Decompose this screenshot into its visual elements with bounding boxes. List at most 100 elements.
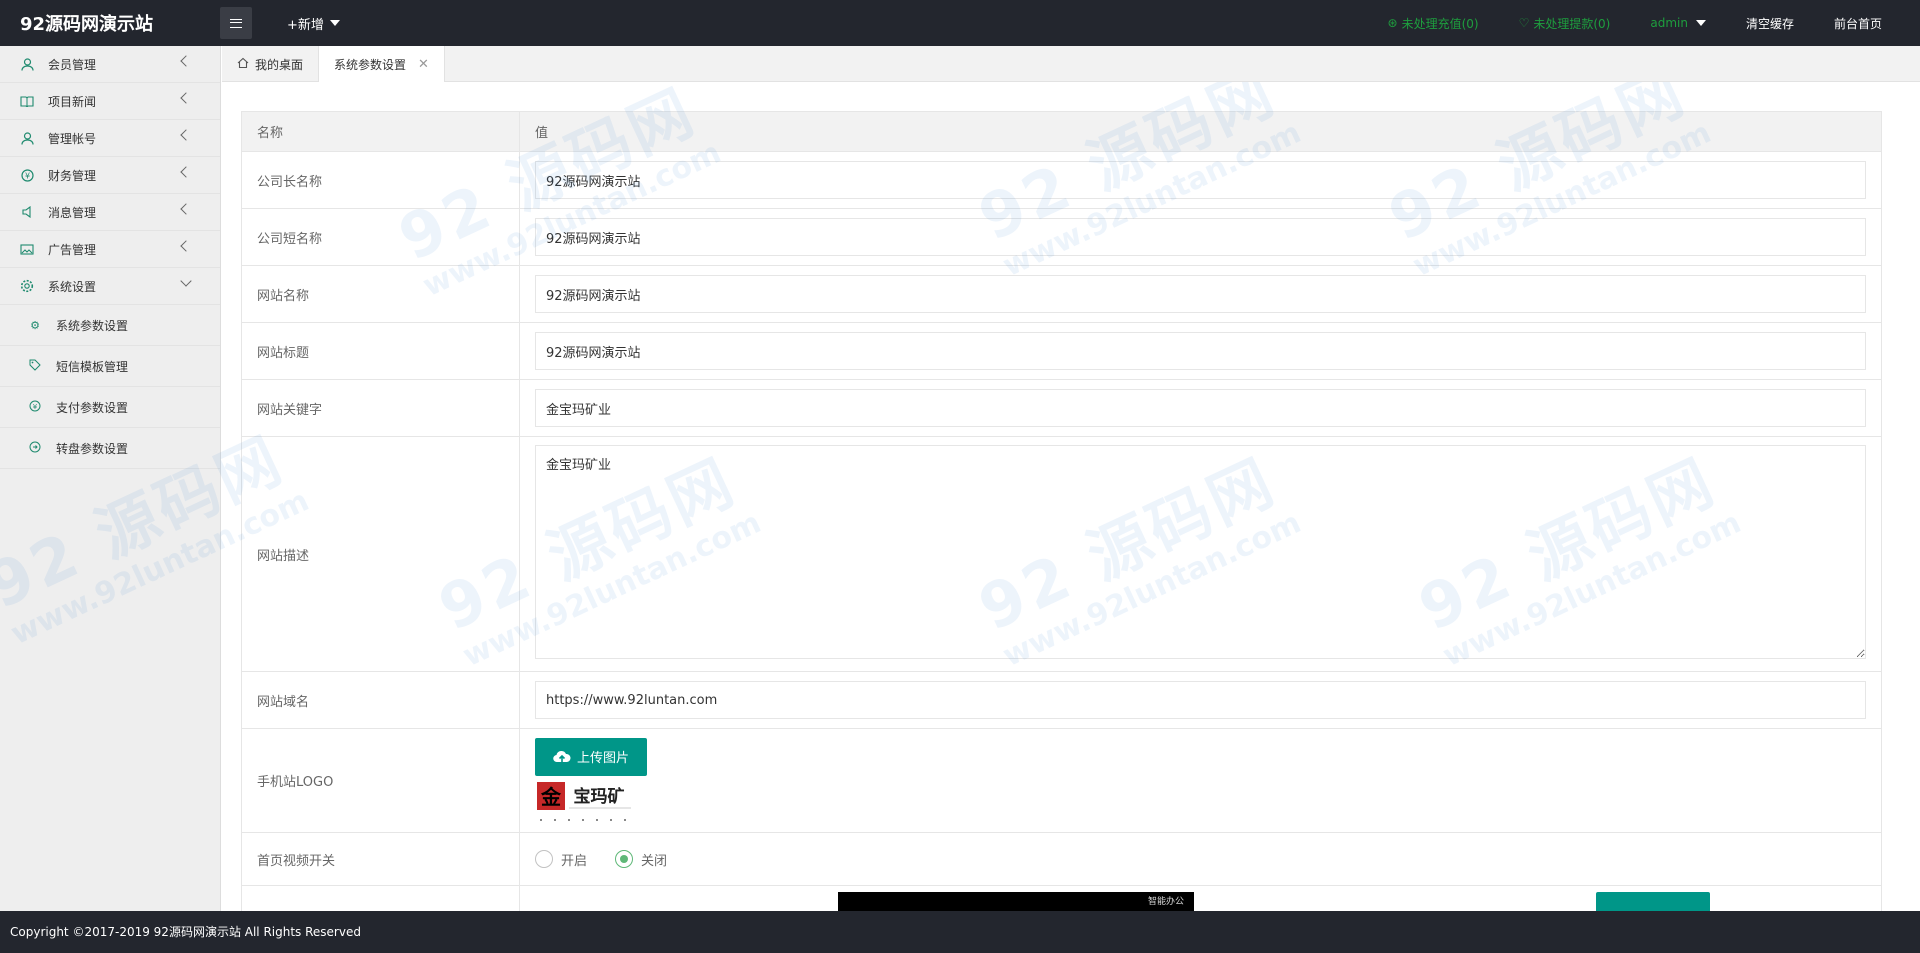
sidebar-item-messages[interactable]: 消息管理 (0, 194, 220, 231)
radio-label: 开启 (561, 853, 588, 869)
sidebar-item-ads[interactable]: 广告管理 (0, 231, 220, 268)
row-label: 网站描述 (241, 436, 520, 672)
gear-icon: ⚙ (30, 318, 40, 332)
hamburger-icon (230, 18, 242, 28)
wheel-icon (28, 441, 42, 456)
logo-char: 金 (540, 785, 562, 809)
table-row: 网站关键字 (241, 379, 1882, 437)
tab-bar: 我的桌面 系统参数设置 ✕ (222, 46, 1920, 82)
pending-withdraw-label: 未处理提款(0) (1533, 16, 1611, 31)
sidebar-subitem-label: 系统参数设置 (56, 318, 129, 333)
chevron-left-icon (180, 203, 192, 215)
chevron-left-icon (180, 129, 192, 141)
sidebar-item-admin-accounts[interactable]: 管理帐号 (0, 120, 220, 157)
svg-text:¥: ¥ (24, 171, 29, 180)
pending-withdraw-link[interactable]: ♡ 未处理提款(0) (1499, 15, 1631, 32)
top-header: 92源码网演示站 +新增 ⊛ 未处理充值(0) ♡ 未处理提款(0) admin… (0, 0, 1920, 46)
recharge-icon: ⊛ (1387, 16, 1398, 30)
tab-my-desktop[interactable]: 我的桌面 (222, 46, 320, 82)
params-table: 名称 值 公司长名称 公司短名称 网站名称 网站标题 网站关键字 (241, 111, 1882, 911)
row-label: 网站域名 (241, 671, 520, 729)
row-label: 网站关键字 (241, 379, 520, 437)
footer: Copyright ©2017-2019 92源码网演示站 All Rights… (0, 911, 1920, 953)
image-icon (20, 242, 34, 256)
radio-circle (535, 850, 553, 868)
table-row: 网站标题 (241, 322, 1882, 380)
submit-button[interactable] (1596, 892, 1710, 911)
table-row: 网站域名 (241, 671, 1882, 729)
site-logo[interactable]: 92源码网演示站 (0, 10, 220, 36)
close-icon[interactable]: ✕ (418, 57, 429, 72)
speaker-icon (20, 205, 34, 219)
upload-image-button[interactable]: 上传图片 (535, 737, 648, 776)
copyright-text: Copyright ©2017-2019 92源码网演示站 All Rights… (10, 925, 361, 939)
sidebar-item-label: 广告管理 (48, 242, 97, 257)
table-row: 手机站LOGO 上传图片 金 宝玛矿 (241, 728, 1882, 833)
add-new-dropdown[interactable]: +新增 (287, 14, 340, 33)
admin-icon (20, 131, 34, 145)
site-description-textarea[interactable]: 金宝玛矿业 (535, 445, 1866, 659)
logo-text: 宝玛矿 (574, 786, 625, 807)
user-menu[interactable]: admin (1630, 16, 1726, 30)
main-content: 名称 值 公司长名称 公司短名称 网站名称 网站标题 网站关键字 (222, 82, 1920, 911)
sidebar-subitem-sms-templates[interactable]: 短信模板管理 (0, 346, 220, 387)
caret-down-icon (329, 20, 340, 26)
sidebar-subitem-label: 短信模板管理 (56, 359, 129, 374)
row-label (241, 885, 520, 911)
sidebar-item-news[interactable]: 项目新闻 (0, 83, 220, 120)
chevron-left-icon (180, 55, 192, 67)
site-domain-input[interactable] (535, 681, 1866, 719)
user-name: admin (1650, 16, 1688, 30)
video-preview-strip: 智能办公 (838, 892, 1194, 911)
sidebar-item-label: 消息管理 (48, 205, 97, 220)
book-icon (20, 94, 34, 108)
chevron-left-icon (180, 166, 192, 178)
site-title-input[interactable] (535, 332, 1866, 370)
header-right: ⊛ 未处理充值(0) ♡ 未处理提款(0) admin 清空缓存 前台首页 (1368, 0, 1920, 46)
chevron-left-icon (180, 240, 192, 252)
money-icon: ¥ (28, 400, 42, 415)
front-home-link[interactable]: 前台首页 (1814, 15, 1920, 32)
radio-circle-checked (615, 850, 634, 868)
sidebar-subitem-payment-params[interactable]: ¥ 支付参数设置 (0, 387, 220, 428)
sidebar-item-settings[interactable]: 系统设置 (0, 268, 220, 305)
pending-recharge-link[interactable]: ⊛ 未处理充值(0) (1368, 15, 1499, 32)
site-keywords-input[interactable] (535, 389, 1866, 427)
row-label: 网站标题 (241, 322, 520, 380)
sidebar-item-members[interactable]: 会员管理 (0, 46, 220, 83)
row-label: 公司长名称 (241, 151, 520, 209)
site-name-input[interactable] (535, 275, 1866, 313)
clear-cache-link[interactable]: 清空缓存 (1726, 15, 1814, 32)
logo-preview-image: 金 宝玛矿 (535, 778, 635, 824)
home-icon (237, 57, 249, 72)
sidebar-item-finance[interactable]: ¥ 财务管理 (0, 157, 220, 194)
table-row: 公司长名称 (241, 151, 1882, 209)
company-short-name-input[interactable] (535, 218, 1866, 256)
table-row: 网站描述 金宝玛矿业 (241, 436, 1882, 672)
column-header-name: 名称 (241, 111, 520, 152)
menu-toggle-button[interactable] (220, 7, 252, 39)
video-switch-group: 开启 关闭 (535, 850, 1866, 869)
sidebar-item-label: 系统设置 (48, 279, 97, 294)
gear-icon (20, 279, 34, 293)
sidebar-subitem-system-params[interactable]: ⚙ 系统参数设置 (0, 305, 220, 346)
radio-label: 关闭 (641, 853, 668, 869)
sidebar-subitem-wheel-params[interactable]: 转盘参数设置 (0, 428, 220, 469)
svg-text:¥: ¥ (33, 402, 38, 410)
sidebar-subitem-label: 转盘参数设置 (56, 441, 129, 456)
sidebar: 会员管理 项目新闻 管理帐号 ¥ 财务管理 消息管理 广告管理 系统设置 ⚙ 系… (0, 46, 221, 911)
cloud-upload-icon (553, 750, 571, 763)
video-off-radio[interactable]: 关闭 (615, 850, 667, 869)
sidebar-subitem-label: 支付参数设置 (56, 400, 129, 415)
sidebar-item-label: 项目新闻 (48, 94, 97, 109)
chevron-down-icon (180, 275, 192, 287)
money-icon: ¥ (20, 168, 34, 182)
user-icon (20, 57, 34, 71)
tab-system-params[interactable]: 系统参数设置 ✕ (319, 46, 445, 82)
tab-label: 我的桌面 (255, 57, 304, 72)
company-long-name-input[interactable] (535, 161, 1866, 199)
row-label: 网站名称 (241, 265, 520, 323)
tab-label: 系统参数设置 (334, 57, 407, 72)
video-on-radio[interactable]: 开启 (535, 850, 587, 869)
column-header-value: 值 (519, 111, 1882, 152)
